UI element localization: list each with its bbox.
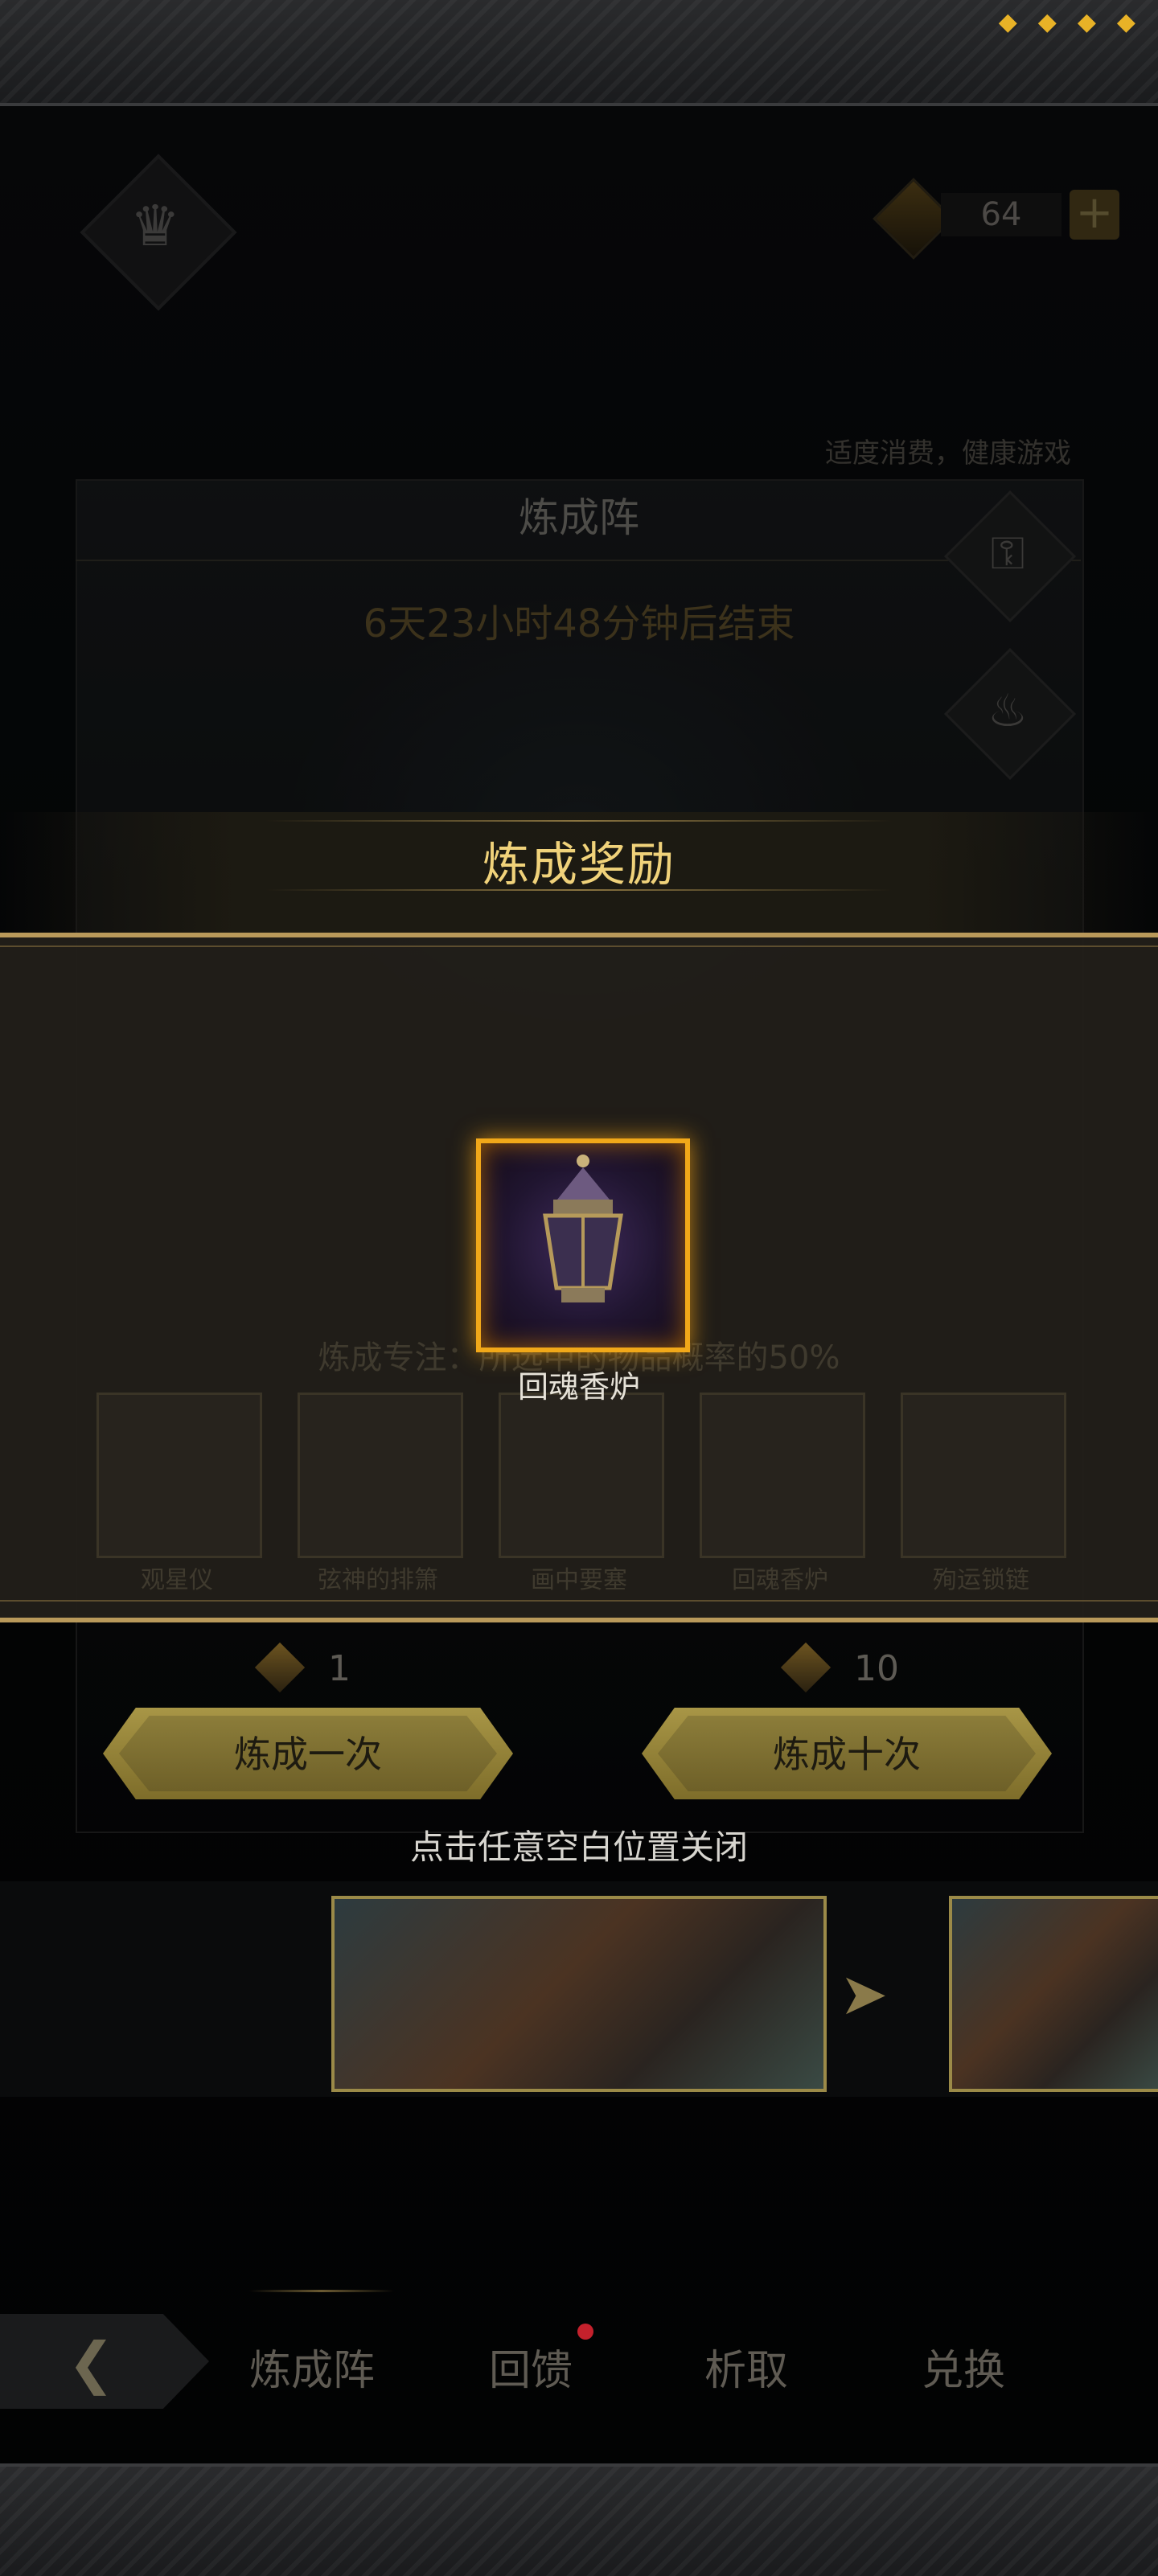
- draw-once-label: 炼成一次: [234, 1733, 382, 1776]
- background-card-label: 观星仪: [141, 1566, 213, 1594]
- divider: [0, 945, 1158, 947]
- tab-exchange[interactable]: 兑换: [922, 2336, 1005, 2397]
- background-card-label: 画中要塞: [531, 1566, 627, 1594]
- background-card: [901, 1393, 1066, 1558]
- notification-dot: [577, 2324, 593, 2340]
- draw-ten-label: 炼成十次: [773, 1733, 921, 1776]
- tab-synthesis[interactable]: 炼成阵: [249, 2336, 375, 2397]
- duck-icon: ◆: [998, 8, 1017, 36]
- banner-image[interactable]: [331, 1896, 827, 2092]
- background-card: [700, 1393, 865, 1558]
- bottom-frame-bar: [0, 2463, 1158, 2576]
- background-card: [96, 1393, 262, 1558]
- next-arrow-icon[interactable]: ➤: [840, 1960, 888, 2028]
- reward-item-name: 回魂香炉: [517, 1369, 640, 1405]
- tab-extract[interactable]: 析取: [704, 2336, 788, 2397]
- duck-icon: ◆: [1037, 8, 1057, 36]
- active-tab-indicator: [249, 2290, 394, 2292]
- background-card-label: 殉运锁链: [933, 1566, 1029, 1594]
- duck-icon: ◆: [1116, 8, 1135, 36]
- divider: [265, 820, 893, 822]
- banner-image[interactable]: [949, 1896, 1158, 2092]
- background-card: [298, 1393, 463, 1558]
- background-card-label: 弦神的排箫: [318, 1566, 438, 1594]
- tab-feedback[interactable]: 回馈: [489, 2336, 573, 2397]
- divider: [0, 1600, 1158, 1602]
- censer-icon: [543, 1155, 623, 1302]
- reward-item-card[interactable]: [476, 1138, 690, 1352]
- reward-title: 炼成奖励: [482, 837, 676, 892]
- back-arrow-icon: ❮: [68, 2330, 115, 2396]
- duck-icon: ◆: [1077, 8, 1096, 36]
- status-icons: ◆ ◆ ◆ ◆: [999, 8, 1135, 36]
- background-card: [499, 1393, 664, 1558]
- ten-draw-cost: 10: [854, 1648, 899, 1689]
- top-frame-bar: [0, 0, 1158, 106]
- close-hint: 点击任意空白位置关闭: [409, 1827, 748, 1867]
- single-draw-cost: 1: [328, 1648, 351, 1689]
- background-card-label: 回魂香炉: [732, 1566, 828, 1594]
